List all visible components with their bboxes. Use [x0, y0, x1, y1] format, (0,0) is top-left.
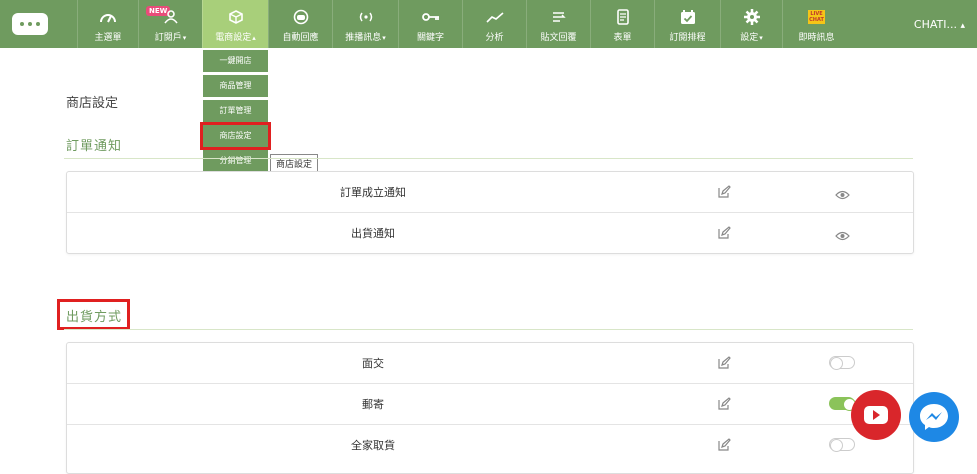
nav-label: 訂閱排程 [669, 33, 706, 43]
dropdown-item-quick-store[interactable]: 一鍵開店 [203, 50, 268, 72]
nav-item-main-menu[interactable]: 主選單 [77, 0, 138, 48]
nav-label: 設定 [740, 33, 759, 43]
box-icon [203, 9, 268, 25]
table-row: 全家取貨 [67, 425, 913, 465]
caret-down-icon: ▾ [759, 34, 763, 42]
toggle-knob [830, 357, 843, 370]
nav-item-keywords[interactable]: 關鍵字 [398, 0, 462, 48]
messenger-button[interactable] [909, 392, 959, 442]
gear-icon [721, 9, 782, 25]
line-chart-icon [463, 9, 526, 25]
ecommerce-dropdown: 一鍵開店 商品管理 訂單管理 商店設定 分銷管理 [200, 50, 271, 175]
youtube-button[interactable] [851, 390, 901, 440]
nav-label: 電商設定 [215, 33, 252, 43]
toggle-knob [830, 439, 843, 452]
nav-item-broadcast[interactable]: 推播訊息▾ [332, 0, 398, 48]
key-icon [399, 9, 462, 25]
row-name: 出貨通知 [351, 227, 395, 240]
caret-up-icon: ▴ [960, 21, 965, 31]
nav-label: 即時訊息 [798, 33, 835, 43]
edit-icon[interactable] [717, 355, 731, 374]
table-row: 訂單成立通知 [67, 172, 913, 213]
reply-icon [527, 9, 590, 25]
highlight-box [57, 299, 130, 330]
row-name: 訂單成立通知 [340, 186, 406, 199]
row-name: 全家取貨 [351, 439, 395, 452]
nav-label: 主選單 [94, 33, 122, 43]
edit-icon[interactable] [717, 184, 731, 203]
nav-item-schedule[interactable]: 訂閱排程 [654, 0, 720, 48]
nav-item-post-reply[interactable]: 貼文回覆 [526, 0, 590, 48]
nav-item-settings[interactable]: 設定▾ [720, 0, 782, 48]
shipping-card: 面交 郵寄 全家取貨 [66, 342, 914, 474]
messenger-icon [920, 404, 948, 430]
logo-icon[interactable] [12, 13, 48, 35]
edit-icon[interactable] [717, 396, 731, 415]
nav-label: 訂閱戶 [154, 33, 182, 43]
dropdown-item-store-settings[interactable]: 商店設定 [200, 122, 271, 150]
table-row: 面交 [67, 343, 913, 384]
nav-label: 分析 [485, 33, 504, 43]
dropdown-item-distribution[interactable]: 分銷管理 [203, 150, 268, 172]
nav-label: 關鍵字 [416, 33, 444, 43]
divider [64, 329, 913, 330]
users-icon [139, 9, 202, 25]
nav-item-analytics[interactable]: 分析 [462, 0, 526, 48]
dropdown-item-products[interactable]: 商品管理 [203, 75, 268, 97]
live-chat-icon: LIVE CHAT [783, 9, 850, 25]
table-row: 出貨通知 [67, 213, 913, 253]
edit-icon[interactable] [717, 225, 731, 244]
nav-item-auto-reply[interactable]: 自動回應 [268, 0, 332, 48]
caret-down-icon: ▾ [182, 34, 187, 42]
top-nav: 主選單 NEW 訂閱戶▾ 電商設定▴ 自動回應 推播訊息▾ 關鍵字 分析 貼文回… [0, 0, 977, 48]
nav-label: 自動回應 [282, 33, 319, 43]
caret-down-icon: ▾ [382, 34, 386, 42]
nav-label: 推播訊息 [345, 33, 382, 43]
calendar-check-icon [655, 9, 720, 25]
nav-item-ecommerce[interactable]: 電商設定▴ [202, 0, 268, 48]
youtube-icon [864, 406, 888, 424]
broadcast-icon [333, 9, 398, 25]
nav-label: 貼文回覆 [540, 33, 577, 43]
caret-up-icon: ▴ [252, 34, 256, 42]
section-title-order-notify: 訂單通知 [66, 139, 123, 154]
eye-icon[interactable] [835, 226, 850, 245]
nav-item-forms[interactable]: 表單 [590, 0, 654, 48]
table-row: 郵寄 [67, 384, 913, 425]
order-notify-card: 訂單成立通知 出貨通知 [66, 171, 914, 254]
row-name: 面交 [362, 357, 384, 370]
edit-icon[interactable] [717, 437, 731, 456]
form-icon [591, 9, 654, 25]
dropdown-item-orders[interactable]: 訂單管理 [203, 100, 268, 122]
dashboard-gauge-icon [78, 9, 138, 25]
page-title: 商店設定 [66, 96, 119, 111]
row-name: 郵寄 [362, 398, 384, 411]
eye-icon[interactable] [835, 185, 850, 204]
account-menu[interactable]: CHATI... ▴ [914, 18, 965, 31]
nav-item-subscribers[interactable]: NEW 訂閱戶▾ [138, 0, 202, 48]
enable-toggle[interactable] [829, 356, 855, 370]
divider [64, 158, 913, 159]
live-chat-badge: LIVE CHAT [808, 10, 825, 24]
nav-item-live-chat[interactable]: LIVE CHAT 即時訊息 [782, 0, 850, 48]
nav-label: 表單 [613, 33, 632, 43]
robot-icon [269, 9, 332, 25]
